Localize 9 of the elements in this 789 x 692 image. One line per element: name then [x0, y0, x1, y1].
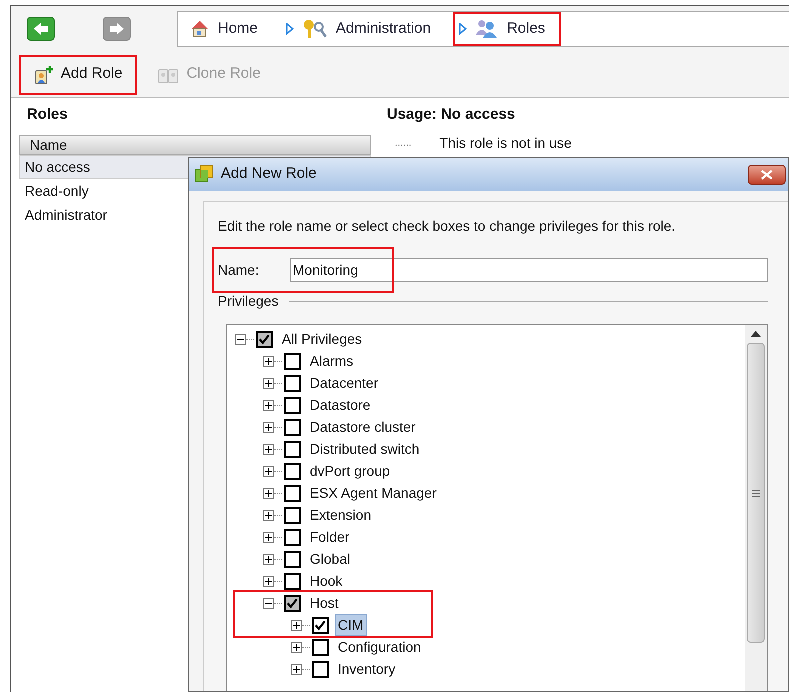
panel-title: Roles — [26, 105, 69, 125]
tree-dots: ...... — [395, 136, 412, 150]
field-label: Name: — [218, 260, 260, 280]
usage-text: This role is not in use — [440, 134, 572, 152]
panel-title: Usage: No access — [387, 105, 516, 125]
group-label: Privileges — [218, 292, 279, 311]
column-header: Name — [19, 134, 371, 154]
dialog-title: Add New Role — [221, 164, 318, 184]
instructions-text: Edit the role name or select check boxes to change privileges for this role. — [218, 217, 677, 236]
